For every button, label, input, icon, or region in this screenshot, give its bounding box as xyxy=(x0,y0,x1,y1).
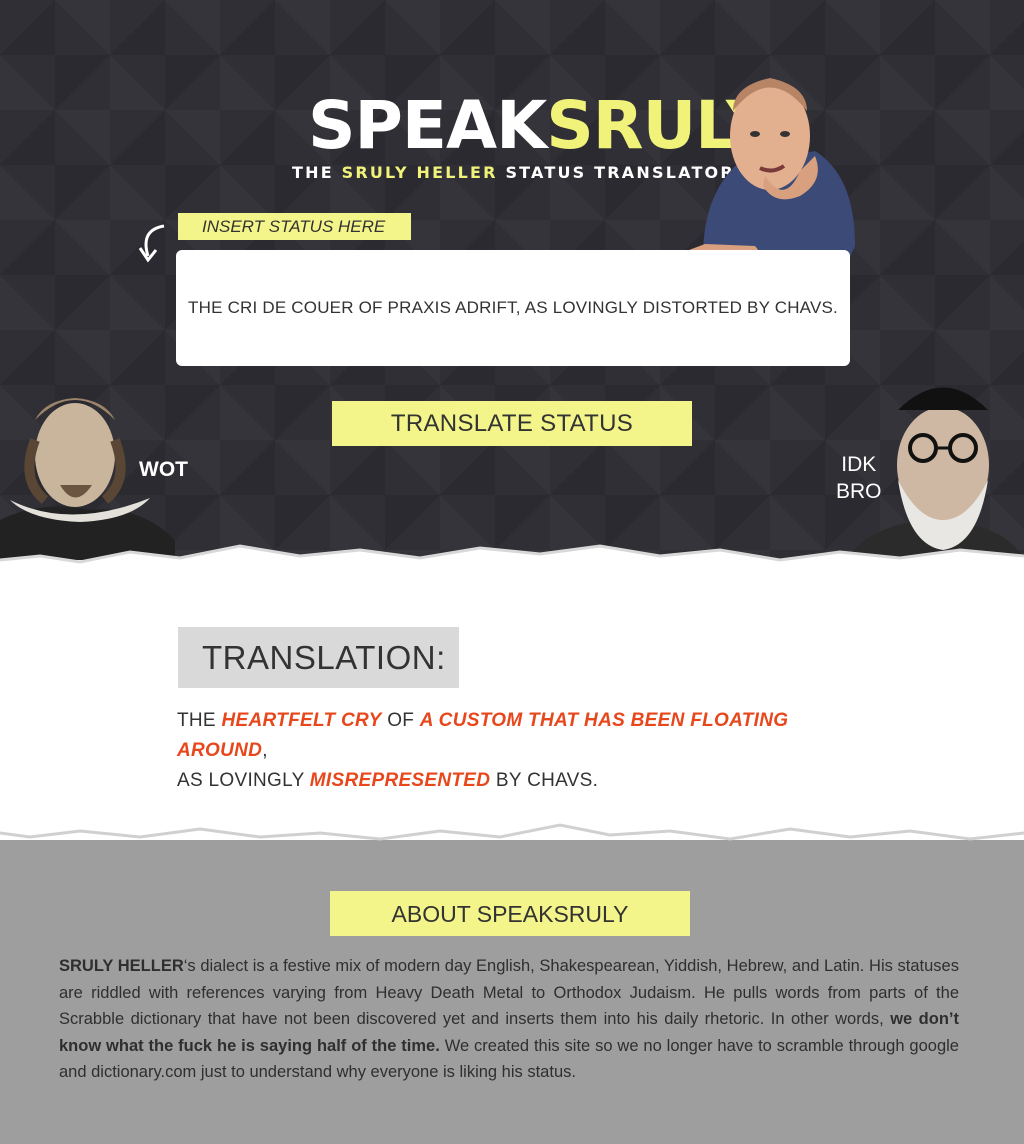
caption-bro: BRO xyxy=(836,480,882,503)
translation-section: TRANSLATION: THE HEARTFELT CRY OF A CUST… xyxy=(0,560,1024,840)
translation-plain: OF xyxy=(381,710,420,731)
translation-plain: THE xyxy=(177,710,222,731)
insert-status-label: INSERT STATUS HERE xyxy=(178,213,411,240)
about-text-1: ‘s dialect is a festive mix of modern da… xyxy=(59,957,959,1028)
about-text: SRULY HELLER‘s dialect is a festive mix … xyxy=(59,953,959,1086)
torn-edge-bottom xyxy=(0,815,1024,841)
curved-arrow-icon xyxy=(138,224,165,263)
tagline-pre: THE xyxy=(292,163,342,182)
status-input-value: THE CRI DE COUER OF PRAXIS ADRIFT, AS LO… xyxy=(188,298,838,317)
torn-edge-top xyxy=(0,544,1024,578)
logo-speak: SPEAK xyxy=(308,87,547,164)
translate-status-button[interactable]: TRANSLATE STATUS xyxy=(332,401,692,446)
tagline-name: SRULY HELLER xyxy=(341,163,498,182)
about-name: SRULY HELLER xyxy=(59,957,184,975)
status-input[interactable]: THE CRI DE COUER OF PRAXIS ADRIFT, AS LO… xyxy=(176,250,850,366)
translation-plain: AS LOVINGLY xyxy=(177,770,310,791)
translation-plain: BY CHAVS. xyxy=(490,770,599,791)
caption-wot: WOT xyxy=(139,458,188,481)
translation-heading: TRANSLATION: xyxy=(178,627,459,688)
translation-plain: , xyxy=(262,740,268,761)
hero-section: SPEAKSRULY THE SRULY HELLER STATUS TRANS… xyxy=(0,0,1024,580)
translation-highlight: HEARTFELT CRY xyxy=(221,710,382,731)
translation-highlight: MISREPRESENTED xyxy=(309,770,491,791)
translation-text: THE HEARTFELT CRY OF A CUSTOM THAT HAS B… xyxy=(177,706,877,796)
about-button[interactable]: ABOUT SPEAKSRULY xyxy=(330,891,690,936)
caption-idk-bro: IDK BRO xyxy=(836,451,882,505)
caption-idk: IDK xyxy=(841,453,877,476)
